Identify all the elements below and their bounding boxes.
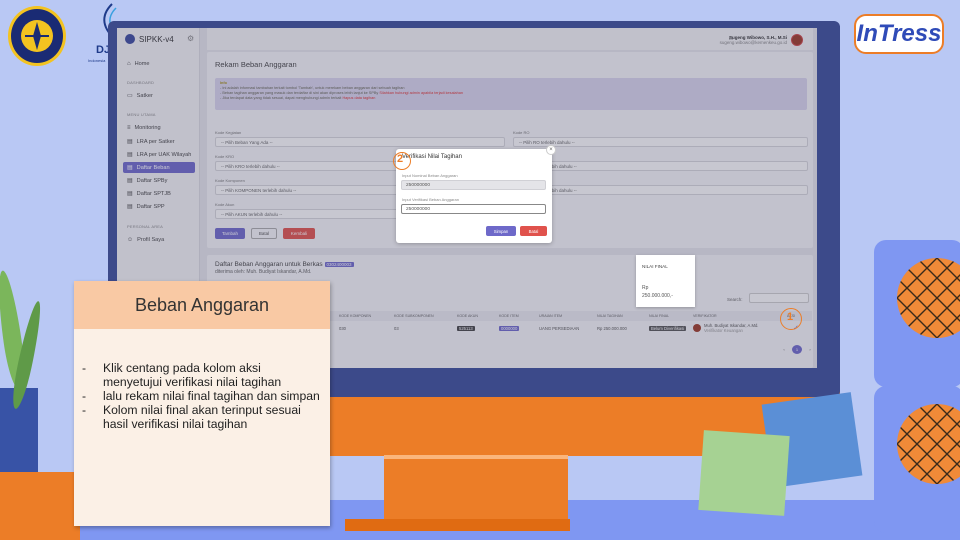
instruction-list: Klik centang pada kolom aksi menyetujui …	[82, 361, 322, 431]
djpb-logo-subtitle: Indonesia	[88, 58, 106, 63]
callout-value: 250.000.000,-	[642, 293, 673, 299]
step-1-number: 1	[787, 311, 794, 323]
plant-pot-orange	[0, 472, 80, 540]
callout-currency: Rp	[642, 285, 649, 291]
modal-batal-button[interactable]: Batal	[520, 226, 547, 236]
modal-title: Verifikasi Nilai Tagihan	[402, 154, 462, 160]
instruction-card: Beban Anggaran Klik centang pada kolom a…	[74, 281, 330, 526]
nilai-tagihan-field: 250000000	[401, 180, 546, 190]
instruction-title: Beban Anggaran	[74, 281, 330, 329]
nilai-final-input[interactable]: 250000000	[401, 204, 546, 214]
instruction-item: Kolom nilai final akan terinput sesuai h…	[82, 403, 322, 431]
close-icon[interactable]: ×	[546, 145, 556, 155]
instruction-item: lalu rekam nilai final tagihan dan simpa…	[82, 389, 322, 403]
kemenkeu-logo	[8, 6, 66, 66]
monitor-stand	[384, 455, 568, 521]
step-2-number: 2	[397, 153, 404, 165]
verifikasi-modal: Verifikasi Nilai Tagihan × Input Nominal…	[396, 145, 556, 243]
label-nilai-final: Input Verifikasi Beban Anggaran	[402, 197, 459, 202]
instruction-item: Klik centang pada kolom aksi menyetujui …	[82, 361, 322, 389]
callout-header: NILAI FINAL	[642, 264, 668, 269]
sticky-note-green	[698, 430, 790, 516]
monitor-base	[345, 519, 570, 531]
label-nilai-tagihan: Input Nominal Beban Anggaran	[402, 173, 458, 178]
intress-logo: InTress	[854, 14, 944, 54]
simpan-button[interactable]: Simpan	[486, 226, 516, 236]
nilai-final-callout: NILAI FINAL Rp 250.000.000,-	[636, 255, 695, 307]
